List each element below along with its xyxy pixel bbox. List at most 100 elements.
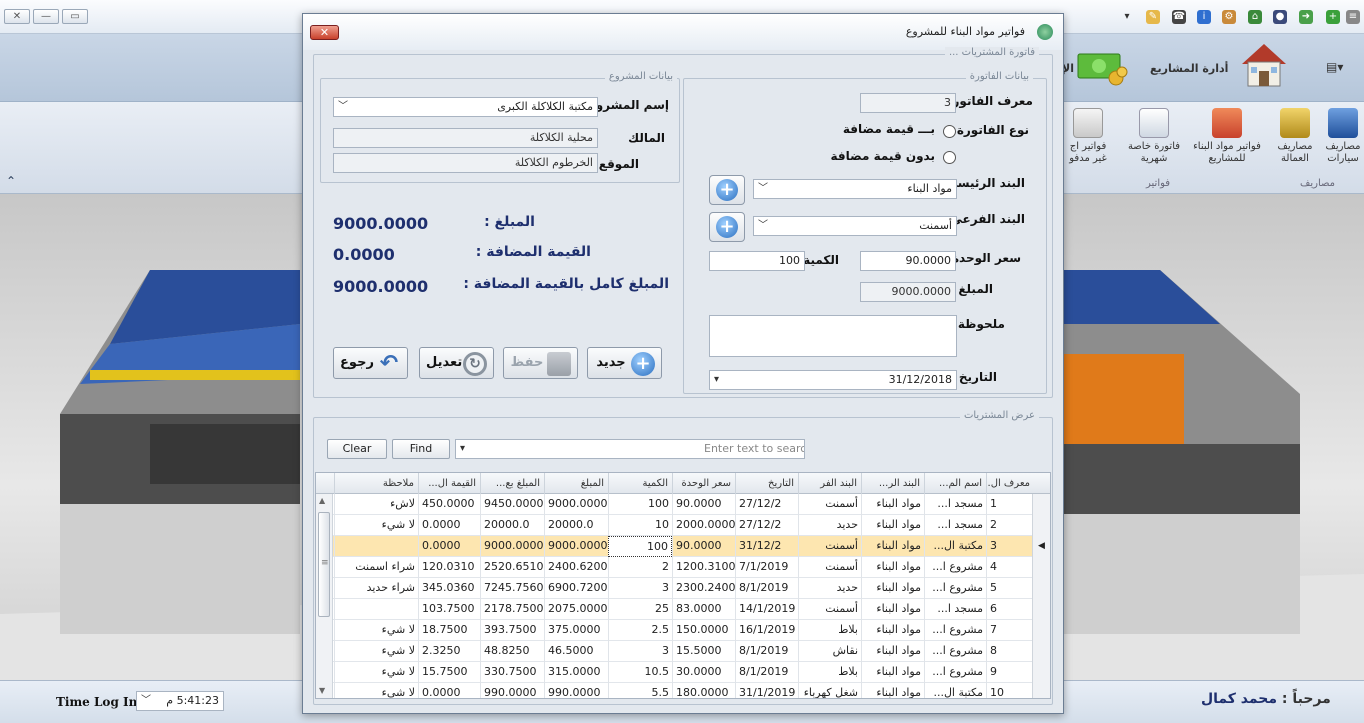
table-row[interactable]: 1 مسجد ا... مواد البناء أسمنت 27/12/2 90.0000… xyxy=(316,494,1050,515)
column-header[interactable]: ملاحظة xyxy=(334,473,418,494)
location-label: الموقع xyxy=(598,157,639,171)
column-header[interactable]: التاريخ xyxy=(735,473,798,494)
table-row[interactable]: 7 مشروع ا... مواد البناء بلاط 16/1/2019 150.0… xyxy=(316,620,1050,641)
save-button[interactable]: حفظ xyxy=(503,347,578,379)
home-icon[interactable]: ⌂ xyxy=(1248,10,1262,24)
building-materials-invoice-dialog: ✕ فواتير مواد البناء للمشروع فاتورة المش… xyxy=(302,13,1064,714)
no-vat-radio[interactable] xyxy=(943,151,956,164)
table-cell: 5.5 xyxy=(608,683,672,698)
ribbon-item-unpaid-invoices[interactable]: فواتير اج غير مدفو xyxy=(1064,108,1112,165)
vat-radio[interactable] xyxy=(943,125,956,138)
table-cell: بلاط xyxy=(798,620,861,641)
table-row-selected[interactable]: 3 مكتبة ال... مواد البناء أسمنت 31/12/2 90.00… xyxy=(316,536,1050,557)
vat-radio-label[interactable]: بـــ قيمة مضافة xyxy=(843,122,935,136)
date-picker[interactable]: 31/12/2018 ▾ xyxy=(709,370,957,390)
table-cell: شراء حديد xyxy=(334,578,418,599)
chevron-down-icon: ﹀ xyxy=(758,220,768,231)
amount-field[interactable]: 9000.0000 xyxy=(860,282,956,302)
dialog-close-button[interactable]: ✕ xyxy=(310,25,339,40)
table-row[interactable]: 6 مسجد ا... مواد البناء أسمنت 14/1/2019 83.00… xyxy=(316,599,1050,620)
column-header[interactable]: المبلغ بع... xyxy=(480,473,544,494)
user-icon[interactable]: ● xyxy=(1273,10,1287,24)
table-row[interactable]: 10 مكتبة ال... مواد البناء شغل كهرباء 31/1/2… xyxy=(316,683,1050,698)
table-row[interactable]: 4 مشروع ا... مواد البناء أسمنت 7/1/2019 1200.… xyxy=(316,557,1050,578)
minimize-window-button[interactable]: — xyxy=(33,9,59,24)
column-header[interactable]: اسم الم... xyxy=(924,473,986,494)
amount-label: المبلغ xyxy=(958,282,993,296)
column-header[interactable]: معرف ال... xyxy=(986,473,1034,494)
table-cell: 14/1/2019 xyxy=(735,599,798,620)
clear-button[interactable]: Clear xyxy=(327,439,387,459)
column-header[interactable]: القيمة ال... xyxy=(418,473,480,494)
unit-price-input[interactable]: 90.0000 xyxy=(860,251,956,271)
table-cell: مسجد ا... xyxy=(924,515,986,536)
scroll-up-icon[interactable]: ▲ xyxy=(319,496,325,505)
table-cell: 120.0310 xyxy=(418,557,480,578)
tools-icon[interactable]: ⚙ xyxy=(1222,10,1236,24)
house-logo-icon xyxy=(1236,40,1292,90)
ribbon-item-monthly-invoice[interactable]: فاتورة خاصة شهرية xyxy=(1122,108,1186,165)
add-main-item-button[interactable]: + xyxy=(709,175,745,205)
table-cell: 20000.0 xyxy=(544,515,608,536)
project-name-select[interactable]: مكتبة الكلاكلة الكبرى ﹀ xyxy=(333,97,598,117)
table-row[interactable]: 5 مشروع ا... مواد البناء حديد 8/1/2019 2300.2… xyxy=(316,578,1050,599)
ribbon-item-labor-expenses[interactable]: مصاريف العمالة xyxy=(1269,108,1321,165)
column-header[interactable]: الكمية xyxy=(608,473,672,494)
close-window-button[interactable]: ✕ xyxy=(4,9,30,24)
table-row[interactable]: 8 مشروع ا... مواد البناء نقاش 8/1/2019 15.500… xyxy=(316,641,1050,662)
main-item-value: مواد البناء xyxy=(907,182,952,195)
grid-vertical-scrollbar[interactable]: ▲ ≡ ▼ xyxy=(316,494,333,698)
edit-icon[interactable]: ✎ xyxy=(1146,10,1160,24)
table-cell: 10 xyxy=(608,515,672,536)
info-icon[interactable]: i xyxy=(1197,10,1211,24)
column-header[interactable]: المبلغ xyxy=(544,473,608,494)
table-cell xyxy=(334,536,418,557)
column-header[interactable]: سعر الوحدة xyxy=(672,473,735,494)
table-cell: مواد البناء xyxy=(861,641,924,662)
panel-toggle-icon[interactable]: ▤▾ xyxy=(1326,60,1343,74)
table-cell: 2520.6510 xyxy=(480,557,544,578)
table-cell: مواد البناء xyxy=(861,494,924,515)
sub-item-select[interactable]: أسمنت ﹀ xyxy=(753,216,957,236)
time-log-field[interactable]: 5:41:23 م ﹀ xyxy=(136,691,224,711)
time-log-value: 5:41:23 م xyxy=(166,694,219,707)
ribbon-item-car-expenses[interactable]: مصاريف سيارات xyxy=(1317,108,1364,165)
dropdown-icon[interactable]: ▾ xyxy=(1120,10,1134,24)
summary-amount-label: المبلغ : xyxy=(484,214,535,230)
note-textarea[interactable] xyxy=(709,315,957,357)
main-item-select[interactable]: مواد البناء ﹀ xyxy=(753,179,957,199)
phone-icon[interactable]: ☎ xyxy=(1172,10,1186,24)
scroll-thumb[interactable]: ≡ xyxy=(318,512,330,617)
new-button[interactable]: جديد + xyxy=(587,347,662,379)
scroll-down-icon[interactable]: ▼ xyxy=(319,686,325,695)
find-button[interactable]: Find xyxy=(392,439,450,459)
owner-field[interactable]: محلية الكلاكلة xyxy=(333,128,598,148)
export-icon[interactable]: ➜ xyxy=(1299,10,1313,24)
grid-header: معرف ال... اسم الم... البند الر... البند ال… xyxy=(316,473,1050,494)
back-button[interactable]: رجوع ↶ xyxy=(333,347,408,379)
quantity-input[interactable]: 100 xyxy=(709,251,805,271)
ribbon-item-building-materials[interactable]: فواتير مواد البناء للمشاريع xyxy=(1183,108,1271,165)
table-cell: 3 xyxy=(608,641,672,662)
location-field[interactable]: الخرطوم الكلاكلة xyxy=(333,153,598,173)
column-header[interactable]: البند الر... xyxy=(861,473,924,494)
table-cell: 48.8250 xyxy=(480,641,544,662)
add-icon[interactable]: + xyxy=(1326,10,1340,24)
table-row[interactable]: 2 مسجد ا... مواد البناء حديد 27/12/2 2000.000… xyxy=(316,515,1050,536)
collapse-ribbon-icon[interactable]: ⌃ xyxy=(6,174,16,188)
column-header[interactable]: البند الفر xyxy=(798,473,861,494)
settings-icon[interactable]: ≡ xyxy=(1346,10,1360,24)
table-cell: أسمنت xyxy=(798,494,861,515)
table-cell: مشروع ا... xyxy=(924,641,986,662)
add-sub-item-button[interactable]: + xyxy=(709,212,745,242)
table-row[interactable]: 9 مشروع ا... مواد البناء بلاط 8/1/2019 30.000… xyxy=(316,662,1050,683)
restore-window-button[interactable]: ▭ xyxy=(62,9,88,24)
edit-button[interactable]: تعديل ↻ xyxy=(419,347,494,379)
wallet-icon xyxy=(1280,108,1310,138)
save-disk-icon xyxy=(547,352,571,376)
table-cell: 100 xyxy=(608,494,672,515)
search-input[interactable]: ▾ Enter text to search... xyxy=(455,439,805,459)
welcome-label: مرحباً : xyxy=(1281,691,1331,707)
invoice-id-field[interactable]: 3 xyxy=(860,93,956,113)
no-vat-radio-label[interactable]: بدون قيمة مضافة xyxy=(831,149,935,163)
